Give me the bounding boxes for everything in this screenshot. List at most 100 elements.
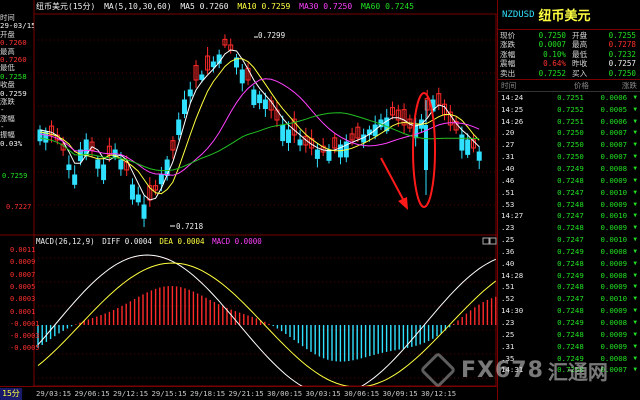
candle-body [424,125,428,170]
tick-row[interactable]: 14:25 0.7252 0.0005 ▼ [501,104,637,116]
down-arrow-icon: ▼ [633,212,637,220]
info-low-label: 最低 [0,64,15,73]
down-arrow-icon: ▼ [633,93,637,101]
tick-row[interactable]: .25 0.7247 0.0010 ▼ [501,234,637,246]
tick-change: 0.0007 [600,128,628,138]
quote-key: 最低 [572,49,588,59]
tick-time: 14:26 [501,116,524,126]
info-amp: - [0,123,5,132]
candle-body [286,129,292,143]
tick-row[interactable]: 14:26 0.7251 0.0006 ▼ [501,116,637,128]
macd-axis-label: -0.0003 [10,332,40,341]
period-selector[interactable]: 15分 [0,388,22,400]
quote-key: 卖出 [500,68,516,78]
info-amp-label: 涨幅 [0,114,15,123]
tick-row[interactable]: .40 0.7249 0.0008 ▼ [501,163,637,175]
candle-body [164,159,170,176]
tick-row[interactable]: .27 0.7250 0.0007 ▼ [501,139,637,151]
symbol-name: 纽币美元 [538,9,591,24]
candle-body [251,89,257,106]
chart-canvas[interactable] [0,0,497,386]
quote-panel: NZDUSD 纽币美元 现价 0.7250 开盘 0.7255 涨跌 0.0007 最高 0.… [497,0,640,400]
tick-price: 0.7248 [557,258,584,268]
tick-row[interactable]: 14:31 0.7250 0.0007 ▼ [501,364,637,376]
candle-body [199,74,205,80]
ma10-label: MA10 0.7259 [237,2,291,11]
quote-key: 涨跌 [500,40,516,50]
tick-row[interactable]: .53 0.7248 0.0009 ▼ [501,199,637,211]
candle-body [141,204,147,219]
down-arrow-icon: ▼ [633,236,637,244]
macd-axis-label: -0.0001 [10,319,40,328]
quote-key: 买入 [572,68,588,78]
tick-row[interactable]: .40 0.7248 0.0009 ▼ [501,258,637,270]
info-open: 0.7260 [0,39,27,48]
candle-body [37,129,43,142]
candle-body [135,194,141,203]
tick-time: .40 [501,258,515,268]
tick-time: .35 [501,353,515,363]
tick-time: .27 [501,140,515,150]
tick-row[interactable]: .52 0.7247 0.0010 ▼ [501,293,637,305]
quote-key: 震幅 [500,59,516,69]
tick-row[interactable]: 14:28 0.7249 0.0008 ▼ [501,270,637,282]
quote-value: 0.7278 [608,40,636,50]
price-chart[interactable]: 纽币美元(15分) MA(5,10,30,60) MA5 0.7260 MA10… [0,0,497,386]
tick-row[interactable]: .25 0.7248 0.0009 ▼ [501,329,637,341]
candle-body [465,139,471,155]
tick-change: 0.0009 [600,329,628,339]
down-arrow-icon: ▼ [633,188,637,196]
macd-axis-label: 0.0003 [10,295,36,304]
tick-row[interactable]: .20 0.7250 0.0007 ▼ [501,127,637,139]
time-axis-tick: 30/12:15 [421,389,457,398]
quote-key: 现价 [500,31,516,40]
candle-body [187,89,193,97]
tick-price: 0.7250 [557,140,584,150]
tick-change: 0.0008 [600,317,628,327]
tick-row[interactable]: .46 0.7248 0.0009 ▼ [501,175,637,187]
tick-change: 0.0006 [600,116,628,126]
candle-body [176,119,182,135]
tick-time: .36 [501,246,515,256]
time-axis: 15分 29/03:15 29/06:15 29/12:15 29/15:15 29/1… [0,386,497,400]
tick-price: 0.7247 [557,211,584,221]
ticks-header-price: 价格 [573,80,589,90]
tick-row[interactable]: .35 0.7249 0.0008 ▼ [501,353,637,365]
candle-body [66,164,72,171]
tick-change: 0.0009 [600,223,628,233]
tick-price: 0.7249 [557,246,584,256]
tick-time: 14:27 [501,211,524,221]
down-arrow-icon: ▼ [633,105,637,113]
down-arrow-icon: ▼ [633,129,637,137]
tick-row[interactable]: .23 0.7248 0.0009 ▼ [501,222,637,234]
tick-row[interactable]: .31 0.7250 0.0007 ▼ [501,151,637,163]
tick-change: 0.0008 [600,270,628,280]
info-high: 0.7260 [0,55,27,64]
tick-change: 0.0008 [600,246,628,256]
tick-change: 0.0009 [600,175,628,185]
tick-row[interactable]: .36 0.7249 0.0008 ▼ [501,246,637,258]
tick-row[interactable]: .51 0.7247 0.0010 ▼ [501,187,637,199]
candle-body [101,164,107,181]
tick-change: 0.0010 [600,187,628,197]
annotation-arrow-head [398,197,408,210]
tick-change: 0.0007 [600,365,628,375]
tick-time: .51 [501,187,515,197]
tick-list[interactable]: 14:24 0.7251 0.0006 ▼ 14:25 0.7252 0.0005 ▼ 14:2… [498,92,640,376]
down-arrow-icon: ▼ [633,366,637,374]
info-open-label: 开盘 [0,30,15,39]
tick-row[interactable]: 14:27 0.7247 0.0010 ▼ [501,210,637,222]
tick-time: .23 [501,223,515,233]
tick-price: 0.7249 [557,317,584,327]
tick-row[interactable]: 14:30 0.7248 0.0009 ▼ [501,305,637,317]
tick-change: 0.0009 [600,341,628,351]
tick-row[interactable]: .23 0.7249 0.0008 ▼ [501,317,637,329]
down-arrow-icon: ▼ [633,354,637,362]
tick-row[interactable]: 14:24 0.7251 0.0006 ▼ [501,92,637,104]
tick-row[interactable]: .51 0.7248 0.0009 ▼ [501,281,637,293]
candle-body [280,124,286,142]
ma30-label: MA30 0.7250 [299,2,353,11]
macd-axis-label: 0.0011 [10,246,36,254]
quote-value: 0.7232 [608,49,636,59]
tick-row[interactable]: .31 0.7248 0.0009 ▼ [501,341,637,353]
